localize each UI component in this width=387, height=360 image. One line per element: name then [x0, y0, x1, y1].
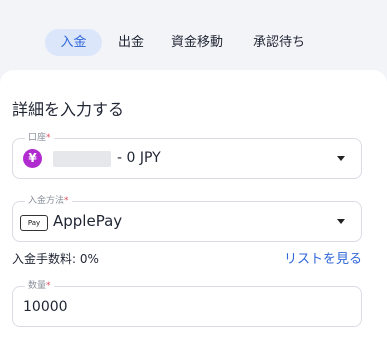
tab-withdraw[interactable]: 出金: [113, 29, 149, 56]
view-list-link[interactable]: リストを見る: [284, 248, 362, 267]
account-select[interactable]: 口座* ¥ - 0 JPY: [12, 132, 362, 179]
account-label: 口座*: [25, 132, 54, 144]
section-title: 詳細を入力する: [12, 100, 125, 119]
quantity-field[interactable]: 数量* 10000: [12, 280, 362, 327]
account-value: - 0 JPY: [117, 150, 161, 166]
chevron-down-icon[interactable]: [337, 156, 345, 161]
deposit-fee-text: 入金手数料: 0%: [12, 252, 99, 266]
account-number-masked: [53, 151, 111, 167]
quantity-label: 数量*: [25, 280, 54, 292]
applepay-icon: Pay: [20, 215, 48, 231]
deposit-method-select[interactable]: 入金方法* Pay ApplePay: [12, 195, 362, 242]
chevron-down-icon[interactable]: [337, 219, 345, 224]
quantity-input[interactable]: 10000: [23, 299, 68, 315]
tab-fund-transfer[interactable]: 資金移動: [164, 29, 230, 56]
tab-deposit[interactable]: 入金: [45, 29, 102, 56]
deposit-method-value: ApplePay: [53, 212, 123, 230]
yen-icon: ¥: [23, 149, 42, 168]
tab-pending-approval[interactable]: 承認待ち: [245, 29, 313, 56]
deposit-method-label: 入金方法*: [25, 195, 72, 207]
